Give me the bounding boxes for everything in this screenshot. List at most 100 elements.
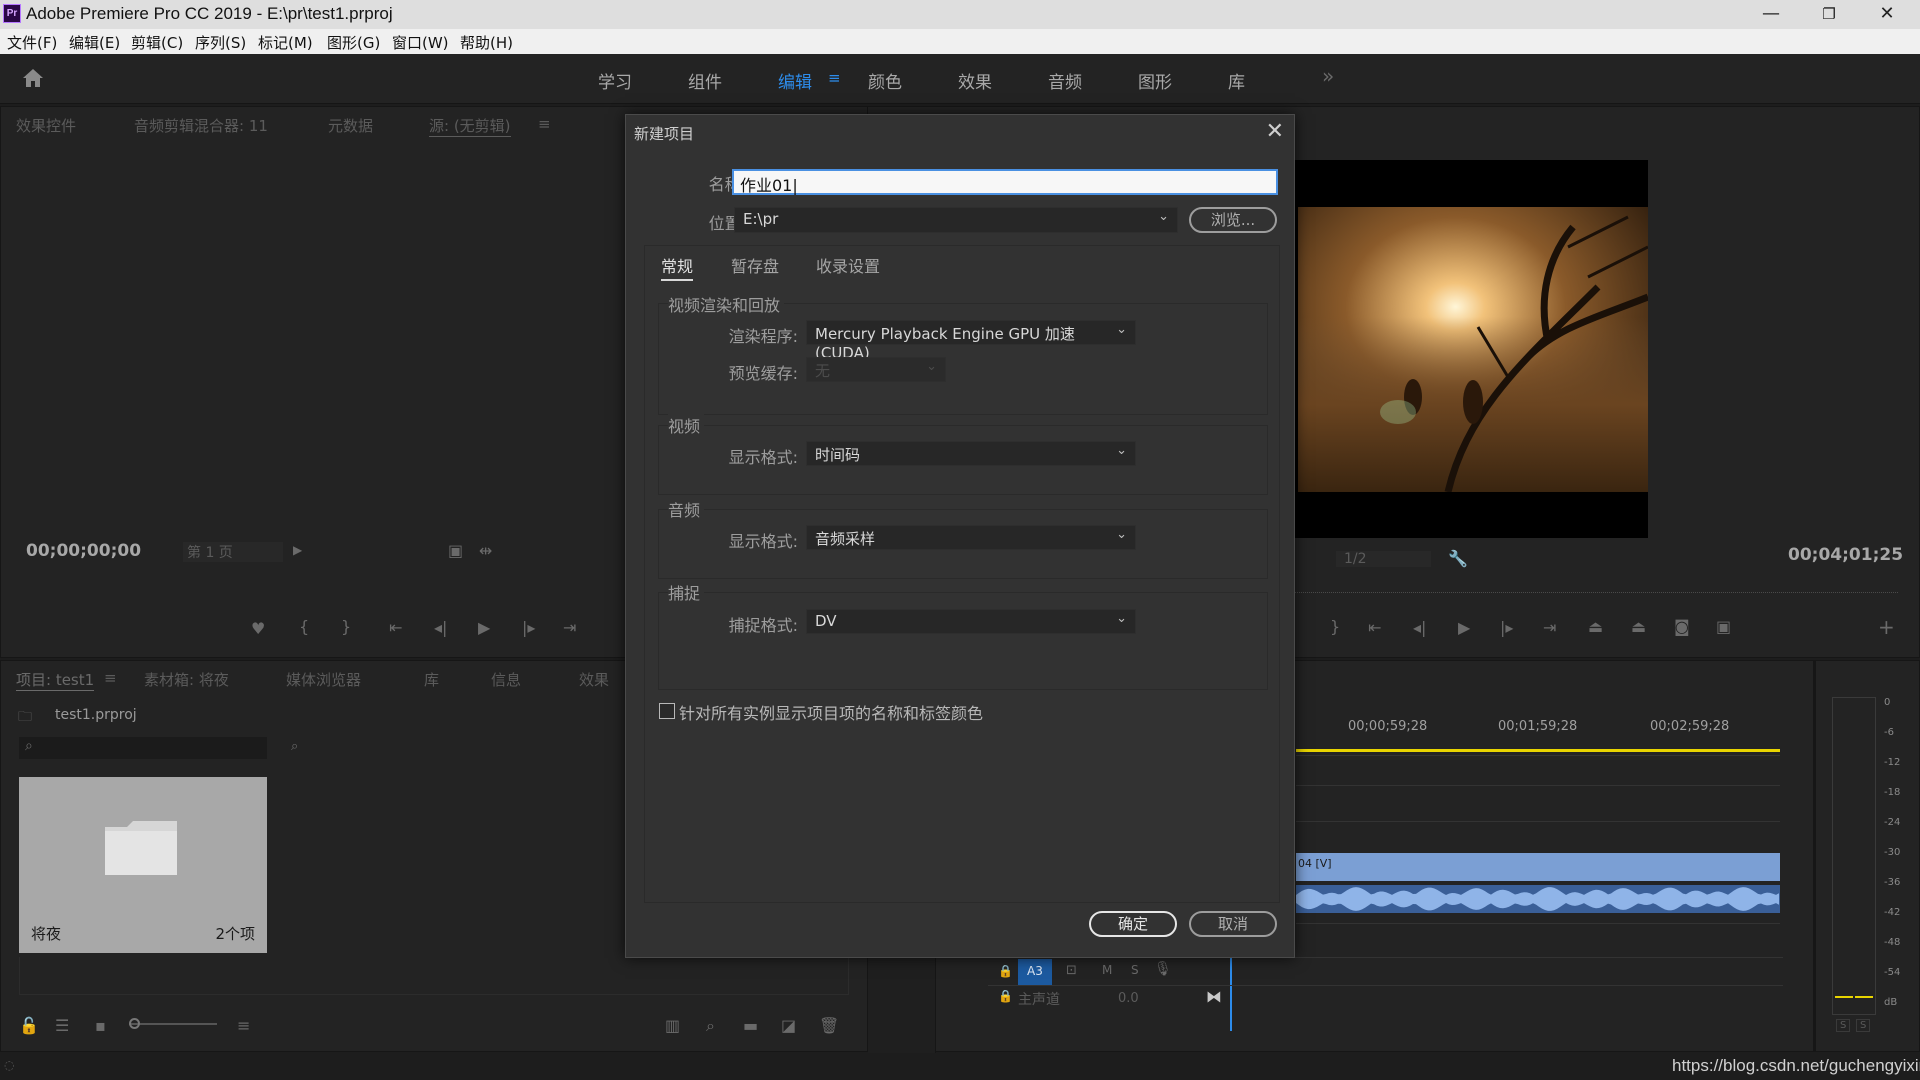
work-area-bar[interactable] <box>1296 749 1780 752</box>
workspace-editing[interactable]: 编辑 <box>778 68 812 93</box>
workspace-libraries[interactable]: 库 <box>1228 68 1245 93</box>
show-label-colors-checkbox[interactable] <box>659 703 675 719</box>
sync-lock-icon[interactable]: ⊡ <box>1066 963 1077 978</box>
tab-project[interactable]: 项目: test1 <box>16 669 95 691</box>
step-forward-icon[interactable]: |▸ <box>522 618 535 637</box>
sort-icon[interactable]: ≡ <box>237 1016 250 1035</box>
go-to-in-icon[interactable]: ⇤ <box>389 618 402 637</box>
workspace-menu-icon[interactable]: ≡ <box>828 69 841 87</box>
prog-go-to-in-icon[interactable]: ⇤ <box>1368 618 1381 637</box>
new-item-icon[interactable]: ◪ <box>781 1016 796 1035</box>
prog-step-forward-icon[interactable]: |▸ <box>1500 618 1513 637</box>
prog-play-icon[interactable]: ▶ <box>1458 618 1470 637</box>
cancel-button[interactable]: 取消 <box>1189 911 1277 937</box>
export-frame-icon[interactable]: ▣ <box>448 541 463 560</box>
add-button-icon[interactable]: + <box>1878 615 1895 639</box>
tab-metadata[interactable]: 元数据 <box>328 115 373 136</box>
ok-button[interactable]: 确定 <box>1089 911 1177 937</box>
workspace-overflow-icon[interactable]: » <box>1322 64 1334 88</box>
menu-clip[interactable]: 剪辑(C) <box>131 32 183 53</box>
workspace-effects[interactable]: 效果 <box>958 68 992 93</box>
master-end-icon[interactable]: ⧓ <box>1206 987 1222 1006</box>
source-page-select[interactable]: 第 1 页 <box>183 542 283 562</box>
track-lock-icon[interactable]: 🔒 <box>998 964 1013 978</box>
play-icon[interactable]: ▶ <box>478 618 490 637</box>
extract-icon[interactable]: ⏏ <box>1631 617 1646 636</box>
solo-button[interactable]: S <box>1131 963 1139 977</box>
audio-clip-waveform[interactable] <box>1296 885 1780 913</box>
tab-bin[interactable]: 素材箱: 将夜 <box>144 669 229 690</box>
bin-thumbnail[interactable]: 将夜 2个项 <box>19 777 267 953</box>
icon-view-icon[interactable]: ▪ <box>95 1016 106 1035</box>
meter-solo-right[interactable]: S <box>1856 1019 1871 1032</box>
tab-scratch-disks[interactable]: 暂存盘 <box>731 253 779 277</box>
dialog-close-icon[interactable]: ✕ <box>1266 119 1284 144</box>
wrench-icon[interactable]: 🔧 <box>1448 549 1468 568</box>
tab-ingest-settings[interactable]: 收录设置 <box>816 253 880 277</box>
minimize-button[interactable]: — <box>1742 0 1800 29</box>
location-dropdown[interactable]: E:\pr ⌄ <box>734 207 1178 233</box>
prog-step-back-icon[interactable]: ◂| <box>1413 618 1426 637</box>
mute-button[interactable]: M <box>1102 963 1112 977</box>
audio-format-dropdown[interactable]: 音频采样 ⌄ <box>806 525 1136 550</box>
compare-icon[interactable]: ▣ <box>1716 617 1731 636</box>
menu-help[interactable]: 帮助(H) <box>460 32 513 53</box>
capture-format-dropdown[interactable]: DV ⌄ <box>806 609 1136 634</box>
mark-out-icon[interactable]: } <box>341 617 351 636</box>
prog-go-to-out-icon[interactable]: ⇥ <box>1543 618 1556 637</box>
list-view-icon[interactable]: ☰ <box>55 1016 69 1035</box>
home-icon[interactable] <box>22 68 44 88</box>
tab-general[interactable]: 常规 <box>661 253 694 281</box>
workspace-graphics[interactable]: 图形 <box>1138 68 1172 93</box>
workspace-assembly[interactable]: 组件 <box>688 68 722 93</box>
browse-button[interactable]: 浏览... <box>1189 207 1277 233</box>
lock-icon[interactable]: 🔓 <box>19 1016 39 1035</box>
find-icon[interactable]: ⌕ <box>291 739 298 754</box>
renderer-dropdown[interactable]: Mercury Playback Engine GPU 加速 (CUDA) ⌄ <box>806 320 1136 362</box>
restore-button[interactable]: ❐ <box>1800 0 1858 29</box>
step-back-icon[interactable]: ◂| <box>434 618 447 637</box>
play-small-icon[interactable]: ▶ <box>293 543 302 557</box>
menu-window[interactable]: 窗口(W) <box>392 32 449 53</box>
find-bottom-icon[interactable]: ⌕ <box>706 1016 715 1036</box>
tab-effect-controls[interactable]: 效果控件 <box>16 115 76 136</box>
mark-in-icon[interactable]: { <box>299 617 309 636</box>
meter-solo-left[interactable]: S <box>1836 1019 1851 1032</box>
menu-edit[interactable]: 编辑(E) <box>69 32 120 53</box>
go-to-out-icon[interactable]: ⇥ <box>563 618 576 637</box>
video-clip[interactable]: 04 [V] <box>1296 853 1780 881</box>
workspace-learn[interactable]: 学习 <box>598 68 632 93</box>
drag-handles-icon[interactable]: ⇹ <box>479 541 492 560</box>
project-search-input[interactable] <box>19 737 267 759</box>
voiceover-mic-icon[interactable]: 🎙 <box>1154 961 1172 977</box>
tab-libraries[interactable]: 库 <box>424 669 439 690</box>
menu-file[interactable]: 文件(F) <box>7 32 57 53</box>
clear-icon[interactable]: 🗑 <box>819 1016 839 1035</box>
show-label-colors-label[interactable]: 针对所有实例显示项目项的名称和标签颜色 <box>679 700 983 724</box>
zoom-slider-handle[interactable] <box>129 1018 140 1029</box>
menu-sequence[interactable]: 序列(S) <box>195 32 246 53</box>
close-window-button[interactable]: ✕ <box>1858 0 1916 29</box>
tab-media-browser[interactable]: 媒体浏览器 <box>286 669 361 690</box>
tab-effects[interactable]: 效果 <box>579 669 609 690</box>
tab-source[interactable]: 源: (无剪辑) <box>429 115 511 137</box>
tab-info[interactable]: 信息 <box>491 669 521 690</box>
track-a3-target[interactable]: A3 <box>1018 959 1052 985</box>
workspace-color[interactable]: 颜色 <box>868 68 902 93</box>
menu-graphics[interactable]: 图形(G) <box>327 32 380 53</box>
camera-icon[interactable]: ◙ <box>1674 617 1690 636</box>
prog-mark-out-icon[interactable]: } <box>1330 617 1340 636</box>
source-tab-menu-icon[interactable]: ≡ <box>538 115 551 133</box>
menu-marker[interactable]: 标记(M) <box>258 32 313 53</box>
program-fit-select[interactable]: 1/2 <box>1336 551 1431 567</box>
program-mini-ruler[interactable] <box>1248 585 1898 593</box>
master-track-value[interactable]: 0.0 <box>1118 991 1139 1006</box>
tab-audio-clip-mixer[interactable]: 音频剪辑混合器: 11 <box>134 115 268 136</box>
automate-icon[interactable]: ▥ <box>665 1016 680 1035</box>
add-marker-icon[interactable]: ♥ <box>251 619 265 638</box>
master-lock-icon[interactable]: 🔒 <box>998 989 1013 1003</box>
project-tab-menu-icon[interactable]: ≡ <box>104 669 117 687</box>
new-bin-icon[interactable]: ▬ <box>743 1016 758 1035</box>
project-name-input[interactable]: 作业01| <box>732 169 1278 195</box>
workspace-audio[interactable]: 音频 <box>1048 68 1082 93</box>
